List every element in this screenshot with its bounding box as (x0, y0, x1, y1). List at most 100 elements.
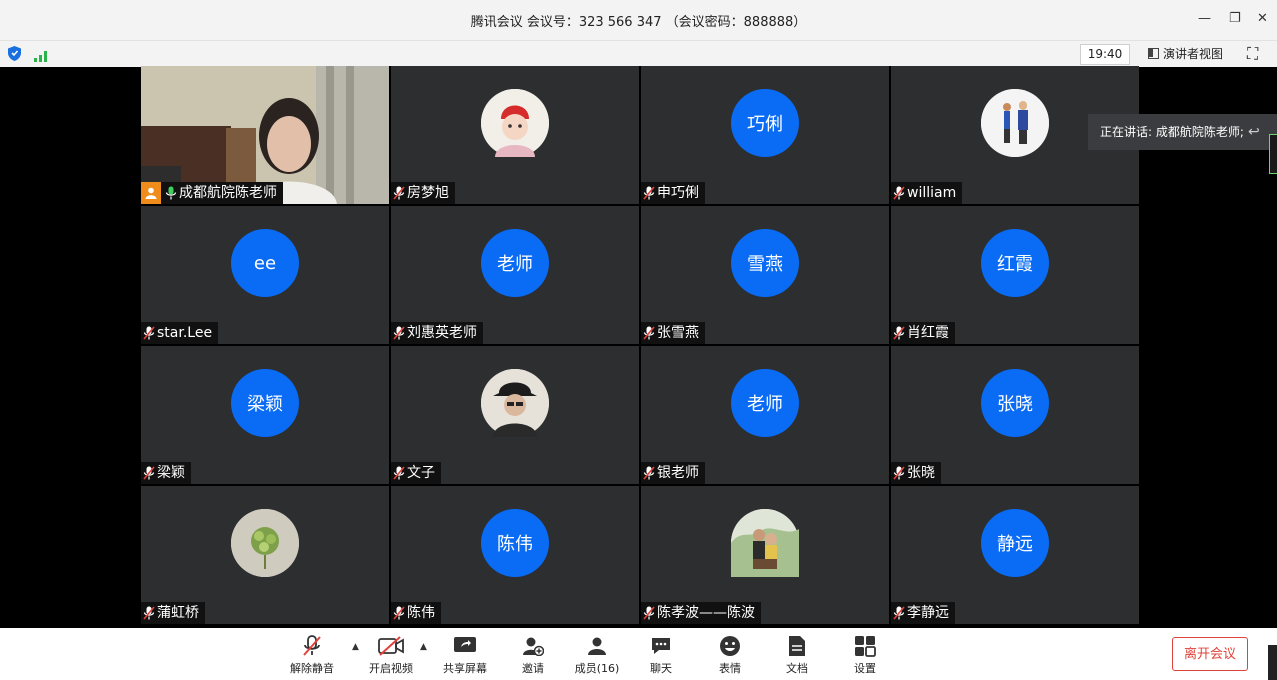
chat-icon (652, 638, 670, 654)
speaker-view-label: 演讲者视图 (1163, 47, 1224, 61)
participant-avatar: 静远 (981, 509, 1049, 577)
speaker-view-button[interactable]: 演讲者视图 (1148, 45, 1223, 63)
participant-name-tag: 房梦旭 (391, 182, 455, 204)
layout-icon (1148, 48, 1159, 59)
mic-muted-icon (643, 186, 655, 200)
participant-tile[interactable]: 红霞肖红霞 (891, 206, 1139, 344)
participant-tile[interactable]: 雪燕张雪燕 (641, 206, 889, 344)
mic-muted-icon (143, 606, 155, 620)
mic-muted-icon (143, 326, 155, 340)
participant-tile[interactable]: ee star.Lee (141, 206, 389, 344)
minimize-button[interactable]: — (1198, 12, 1211, 26)
participant-name-tag: 梁颖 (141, 462, 191, 484)
invite-user-icon (523, 637, 544, 656)
document-icon (789, 636, 805, 656)
participant-name-tag: 银老师 (641, 462, 705, 484)
participant-avatar: 张晓 (981, 369, 1049, 437)
mic-muted-icon (303, 635, 321, 656)
participant-avatar-photo (481, 89, 549, 157)
participant-name-tag: 刘惠英老师 (391, 322, 483, 344)
participant-name: star.Lee (157, 325, 213, 341)
participant-name: 蒲虹桥 (157, 605, 199, 621)
participant-avatar: 陈伟 (481, 509, 549, 577)
emoji-button[interactable]: 表情 (710, 635, 750, 676)
mic-muted-icon (643, 606, 655, 620)
meeting-clock: 19:40 (1080, 44, 1130, 65)
mic-muted-icon (893, 466, 905, 480)
participant-name-tag: 申巧俐 (641, 182, 705, 204)
participant-name-tag: 李静远 (891, 602, 955, 624)
audio-options-caret-icon[interactable]: ▲ (352, 642, 359, 652)
security-shield-icon[interactable] (8, 46, 21, 65)
participant-avatar: ee (231, 229, 299, 297)
participant-name-tag: star.Lee (141, 322, 219, 344)
mic-muted-icon (143, 466, 155, 480)
participant-name-tag: 陈孝波——陈波 (641, 602, 761, 624)
participant-name: 梁颖 (157, 465, 185, 481)
scrollbar[interactable] (1268, 645, 1277, 680)
members-button[interactable]: 成员(16) (572, 635, 622, 676)
invite-button[interactable]: 邀请 (510, 635, 556, 676)
documents-button[interactable]: 文档 (777, 635, 817, 676)
share-screen-button[interactable]: 共享屏幕 (439, 635, 491, 676)
participant-tile[interactable]: 成都航院陈老师 (141, 66, 389, 204)
restore-button[interactable]: ❐ (1229, 12, 1241, 26)
participant-name-tag: 成都航院陈老师 (141, 182, 283, 204)
participant-name-tag: 张晓 (891, 462, 941, 484)
participant-name: 刘惠英老师 (407, 325, 477, 341)
mic-muted-icon (893, 606, 905, 620)
mic-muted-icon (393, 326, 405, 340)
participant-name: 申巧俐 (657, 185, 699, 201)
participant-tile[interactable]: 陈孝波——陈波 (641, 486, 889, 624)
participant-tile[interactable]: 房梦旭 (391, 66, 639, 204)
mic-muted-icon (393, 606, 405, 620)
video-options-caret-icon[interactable]: ▲ (420, 642, 427, 652)
participant-name-tag: 张雪燕 (641, 322, 705, 344)
participant-tile[interactable]: 文子 (391, 346, 639, 484)
participant-avatar-photo (231, 509, 299, 577)
title-bar: 腾讯会议 会议号：323 566 347 （会议密码：888888） — ❐ ✕ (0, 0, 1277, 40)
participant-name: 肖红霞 (907, 325, 949, 341)
settings-button[interactable]: 设置 (845, 635, 885, 676)
participant-avatar: 梁颖 (231, 369, 299, 437)
fullscreen-button[interactable]: ⛶ (1247, 44, 1258, 64)
meeting-toolbar: 19:40 演讲者视图 ⛶ (0, 40, 1277, 67)
control-bar: 解除静音 ▲ 开启视频 ▲ 共享屏幕 邀请 成员(16) 聊天 表情 文档 设置… (0, 628, 1277, 680)
participant-tile[interactable]: 老师刘惠英老师 (391, 206, 639, 344)
speaking-indicator: 正在讲话: 成都航院陈老师; ↩ (1088, 114, 1277, 150)
participant-tile[interactable]: 静远李静远 (891, 486, 1139, 624)
window-title: 腾讯会议 会议号：323 566 347 （会议密码：888888） (470, 15, 807, 30)
participant-tile[interactable]: 陈伟 陈伟 (391, 486, 639, 624)
side-panel-handle[interactable] (1269, 134, 1277, 174)
members-icon (588, 637, 606, 655)
participant-name: 陈孝波——陈波 (657, 605, 755, 621)
participant-tile[interactable]: 巧俐 申巧俐 (641, 66, 889, 204)
participant-avatar: 老师 (481, 229, 549, 297)
close-button[interactable]: ✕ (1257, 12, 1268, 26)
participant-name-tag: 陈伟 (391, 602, 441, 624)
network-signal-icon[interactable] (34, 47, 49, 66)
host-user-icon (141, 182, 161, 204)
participant-grid: 成都航院陈老师 房梦旭 巧俐 申巧俐 william ee star.Lee 老师 刘惠英老师… (141, 66, 1139, 626)
participant-avatar-photo (981, 89, 1049, 157)
participant-tile[interactable]: 张晓 张晓 (891, 346, 1139, 484)
emoji-icon (720, 636, 740, 656)
participant-name: 成都航院陈老师 (179, 185, 277, 201)
participant-avatar: 红霞 (981, 229, 1049, 297)
unmute-button[interactable]: 解除静音 (286, 635, 338, 676)
settings-grid-icon (855, 636, 876, 657)
participant-name: 李静远 (907, 605, 949, 621)
mic-muted-icon (393, 186, 405, 200)
speaking-text: 正在讲话: 成都航院陈老师; (1100, 125, 1244, 139)
leave-meeting-button[interactable]: 离开会议 (1172, 637, 1248, 671)
participant-name: 房梦旭 (407, 185, 449, 201)
participant-tile[interactable]: 梁颖 梁颖 (141, 346, 389, 484)
participant-tile[interactable]: 蒲虹桥 (141, 486, 389, 624)
mic-muted-icon (643, 466, 655, 480)
start-video-button[interactable]: 开启视频 (365, 635, 417, 676)
chat-button[interactable]: 聊天 (640, 635, 682, 676)
participant-avatar: 雪燕 (731, 229, 799, 297)
collapse-arrow-icon[interactable]: ↩ (1248, 114, 1260, 150)
participant-name: 张晓 (907, 465, 935, 481)
participant-tile[interactable]: 老师 银老师 (641, 346, 889, 484)
